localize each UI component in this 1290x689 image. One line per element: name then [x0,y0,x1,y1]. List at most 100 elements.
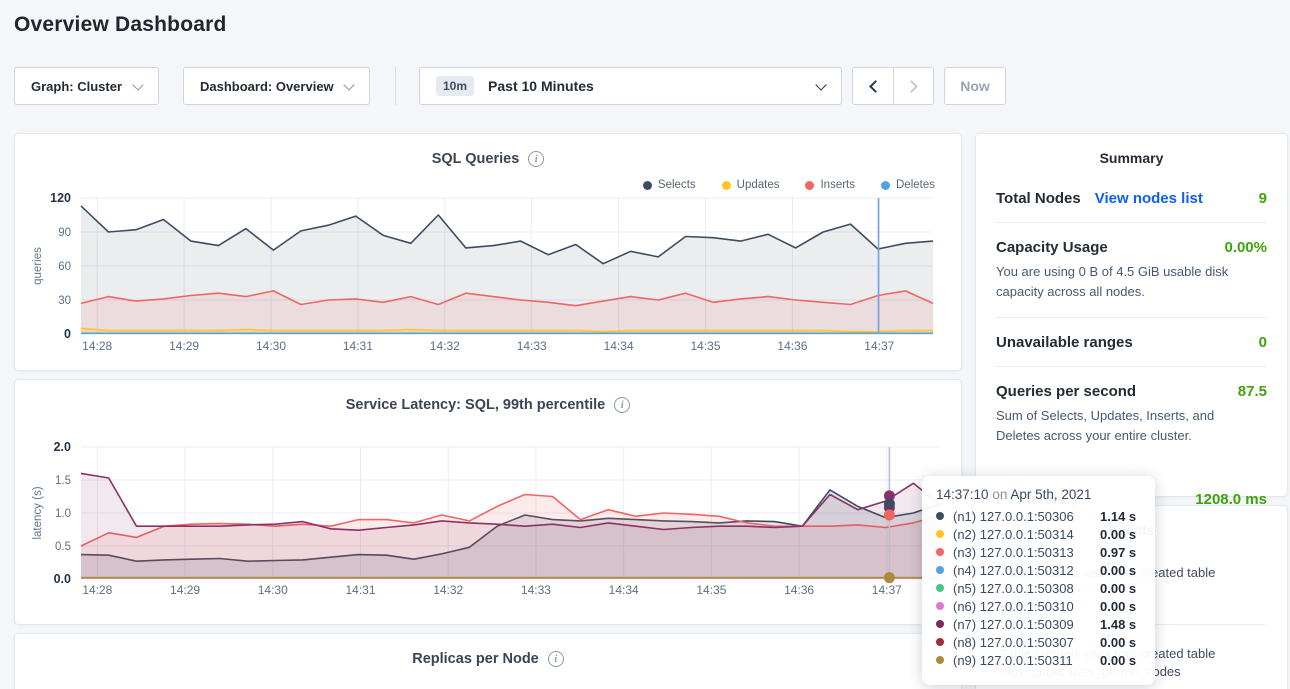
node-address: (n1) 127.0.0.1:50306 [953,509,1100,524]
svg-text:0.0: 0.0 [54,572,71,586]
svg-text:14:37: 14:37 [864,339,894,353]
dashboard-controls: Graph: Cluster Dashboard: Overview 10m P… [14,67,1006,105]
node-latency-value: 0.00 s [1100,653,1136,668]
page-title: Overview Dashboard [14,13,227,37]
queries-per-second-label: Queries per second [996,383,1136,400]
replicas-per-node-card: Replicas per Node i [14,633,962,689]
node-color-dot-icon [936,512,944,520]
svg-text:14:36: 14:36 [777,339,807,353]
unavailable-ranges-label: Unavailable ranges [996,334,1133,351]
sql-queries-title: SQL Queries [432,151,520,167]
node-color-dot-icon [936,638,944,646]
total-nodes-value: 9 [1259,190,1267,207]
controls-divider [395,67,396,105]
chevron-down-icon [343,79,354,90]
chevron-down-icon [815,79,826,90]
tooltip-node-row: (n1) 127.0.0.1:503061.14 s [936,507,1143,525]
chart-hover-tooltip: 14:37:10 on Apr 5th, 2021 (n1) 127.0.0.1… [922,476,1155,685]
svg-text:14:34: 14:34 [604,339,634,353]
replicas-per-node-title: Replicas per Node [412,651,539,667]
dashboard-select-dropdown[interactable]: Dashboard: Overview [183,67,370,105]
node-latency-value: 1.48 s [1100,617,1136,632]
legend-dot-icon [722,181,731,190]
svg-text:14:28: 14:28 [82,583,112,597]
node-color-dot-icon [936,566,944,574]
tooltip-node-row: (n9) 127.0.0.1:503110.00 s [936,651,1143,669]
summary-row-total-nodes: Total Nodes View nodes list 9 [996,166,1267,207]
svg-text:60: 60 [58,261,71,273]
time-range-label: Past 10 Minutes [488,78,594,94]
now-button-label: Now [960,78,990,94]
time-range-dropdown[interactable]: 10m Past 10 Minutes [419,67,842,105]
svg-text:1.0: 1.0 [55,508,71,520]
time-prev-button[interactable] [853,68,893,104]
tooltip-node-row: (n2) 127.0.0.1:503140.00 s [936,525,1143,543]
svg-text:latency (s): latency (s) [32,486,44,539]
node-color-dot-icon [936,602,944,610]
now-button[interactable]: Now [944,67,1006,105]
view-nodes-list-link[interactable]: View nodes list [1095,190,1203,207]
service-latency-card: Service Latency: SQL, 99th percentile i … [14,379,962,625]
queries-per-second-desc: Sum of Selects, Updates, Inserts, and De… [996,406,1262,446]
svg-text:2.0: 2.0 [54,440,71,454]
svg-text:queries: queries [32,247,44,285]
node-latency-value: 0.00 s [1100,563,1136,578]
tooltip-node-row: (n5) 127.0.0.1:503080.00 s [936,579,1143,597]
svg-text:14:31: 14:31 [343,339,373,353]
svg-text:1.5: 1.5 [55,475,71,487]
svg-text:14:29: 14:29 [170,583,200,597]
chevron-left-icon [869,80,882,93]
tooltip-node-row: (n6) 127.0.0.1:503100.00 s [936,597,1143,615]
svg-text:90: 90 [58,227,71,239]
svg-text:14:30: 14:30 [258,583,288,597]
graph-scope-dropdown[interactable]: Graph: Cluster [14,67,159,105]
svg-text:14:35: 14:35 [696,583,726,597]
node-color-dot-icon [936,530,944,538]
legend-dot-icon [805,181,814,190]
legend-dot-icon [643,181,652,190]
graph-scope-label: Graph: Cluster [31,79,122,94]
tooltip-node-row: (n8) 127.0.0.1:503070.00 s [936,633,1143,651]
node-address: (n5) 127.0.0.1:50308 [953,581,1100,596]
dashboard-select-label: Dashboard: Overview [200,79,334,94]
tooltip-timestamp: 14:37:10 on Apr 5th, 2021 [936,487,1143,502]
svg-text:14:33: 14:33 [517,339,547,353]
service-latency-title: Service Latency: SQL, 99th percentile [346,397,606,413]
tooltip-node-row: (n3) 127.0.0.1:503130.97 s [936,543,1143,561]
unavailable-ranges-value: 0 [1259,334,1267,351]
tooltip-node-row: (n7) 127.0.0.1:503091.48 s [936,615,1143,633]
time-range-badge: 10m [436,76,474,96]
node-address: (n9) 127.0.0.1:50311 [953,653,1100,668]
node-color-dot-icon [936,656,944,664]
node-address: (n2) 127.0.0.1:50314 [953,527,1100,542]
node-latency-value: 0.00 s [1100,599,1136,614]
info-icon[interactable]: i [614,397,630,413]
summary-row-qps: Queries per second 87.5 [996,367,1267,400]
node-color-dot-icon [936,620,944,628]
chevron-down-icon [132,79,143,90]
svg-text:0: 0 [64,327,71,341]
node-address: (n8) 127.0.0.1:50307 [953,635,1100,650]
capacity-usage-desc: You are using 0 B of 4.5 GiB usable disk… [996,262,1262,302]
service-latency-chart[interactable]: 0.00.51.01.52.014:2814:2914:3014:3114:32… [29,436,959,612]
sql-queries-chart[interactable]: 030609012014:2814:2914:3014:3114:3214:33… [29,190,949,366]
time-step-buttons [852,67,934,105]
svg-text:14:36: 14:36 [784,583,814,597]
node-latency-value: 1.14 s [1100,509,1136,524]
time-next-button[interactable] [893,68,933,104]
summary-row-unavailable: Unavailable ranges 0 [996,318,1267,351]
info-icon[interactable]: i [548,651,564,667]
svg-text:14:30: 14:30 [256,339,286,353]
svg-text:0.5: 0.5 [55,541,71,553]
node-latency-value: 0.00 s [1100,635,1136,650]
info-icon[interactable]: i [528,151,544,167]
svg-text:14:29: 14:29 [169,339,199,353]
node-address: (n7) 127.0.0.1:50309 [953,617,1100,632]
summary-title: Summary [976,150,1287,166]
svg-text:120: 120 [50,191,71,205]
node-color-dot-icon [936,548,944,556]
tooltip-node-row: (n4) 127.0.0.1:503120.00 s [936,561,1143,579]
svg-text:14:31: 14:31 [345,583,375,597]
svg-text:14:34: 14:34 [609,583,639,597]
svg-text:14:32: 14:32 [430,339,460,353]
